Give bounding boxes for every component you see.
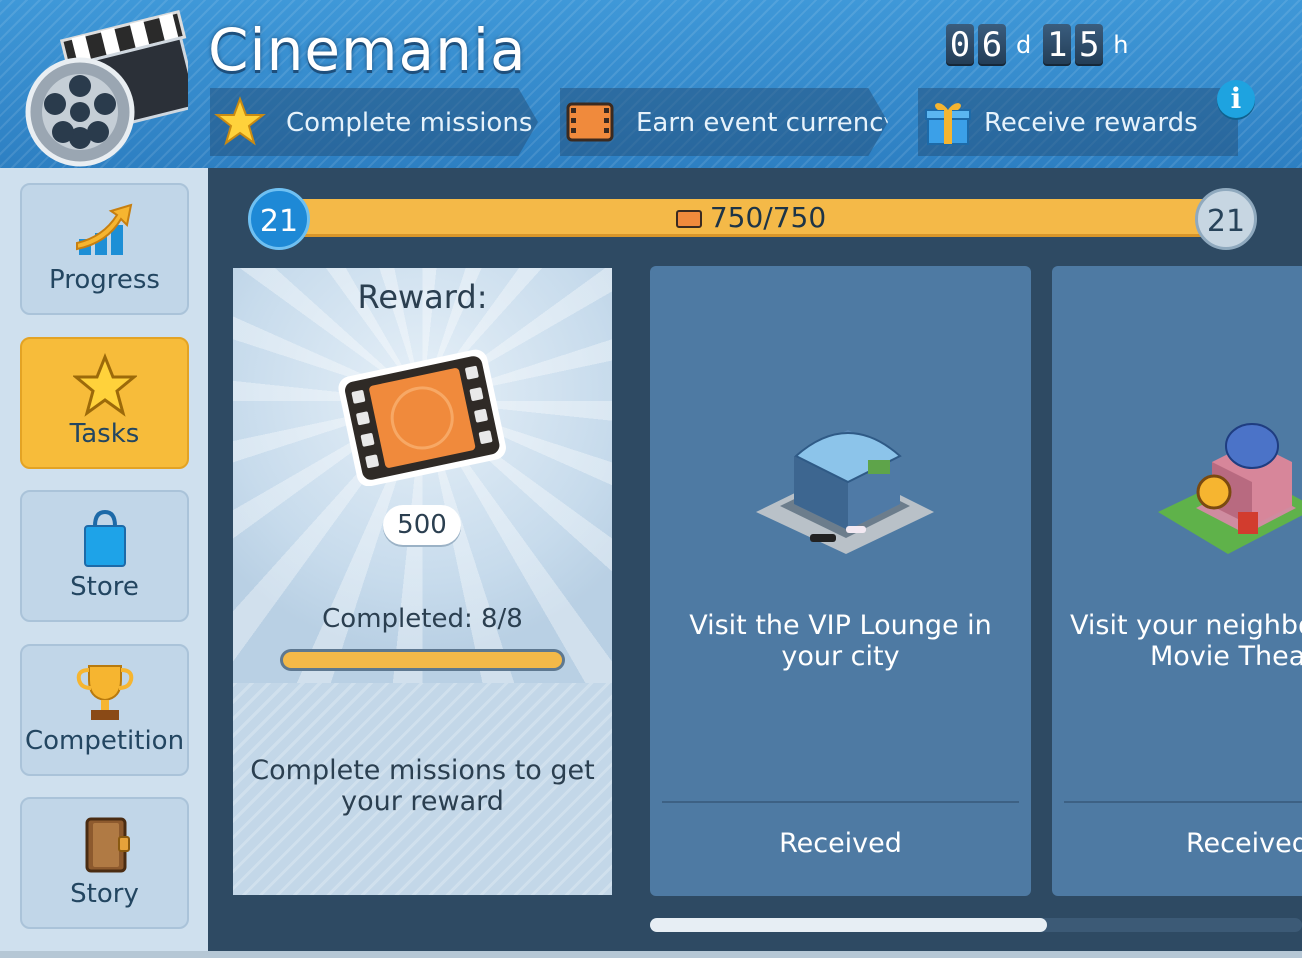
sidebar-item-label: Store bbox=[70, 572, 139, 602]
step-label: Receive rewards bbox=[984, 108, 1198, 138]
gift-icon bbox=[925, 103, 971, 145]
timer-digit: 1 bbox=[1043, 24, 1072, 66]
sidebar-item-tasks[interactable]: Tasks bbox=[20, 337, 189, 469]
event-title: Cinemania bbox=[208, 16, 527, 84]
timer-digit: 5 bbox=[1075, 24, 1104, 66]
sidebar-item-store[interactable]: Store bbox=[20, 490, 189, 622]
sidebar-item-competition[interactable]: Competition bbox=[20, 644, 189, 776]
progress-value-text: 750/750 bbox=[709, 201, 827, 234]
event-timer: 0 6 d 1 5 h bbox=[946, 24, 1136, 66]
mission-text: Visit the VIP Lounge in your city bbox=[689, 610, 992, 672]
movie-theater-building-icon bbox=[1158, 423, 1302, 554]
film-ticket-icon bbox=[338, 349, 506, 486]
film-ticket-icon bbox=[566, 102, 614, 142]
film-ticket-icon bbox=[675, 210, 702, 228]
mission-card[interactable]: Visit your neighbo Movie Theat Received bbox=[1052, 266, 1302, 896]
sidebar-item-label: Tasks bbox=[69, 419, 140, 449]
mission-text-line: Visit your neighbo bbox=[1070, 610, 1302, 641]
scrollbar-thumb[interactable] bbox=[650, 918, 1047, 932]
step-complete-missions: Complete missions bbox=[210, 88, 538, 156]
book-icon bbox=[85, 817, 130, 873]
sidebar-item-story[interactable]: Story bbox=[20, 797, 189, 929]
star-icon bbox=[214, 96, 266, 146]
next-level-badge: 21 bbox=[1195, 188, 1257, 250]
timer-hours-unit: h bbox=[1113, 31, 1129, 59]
reward-amount: 500 bbox=[383, 505, 461, 545]
star-icon bbox=[72, 353, 137, 417]
mission-text: Visit your neighbo Movie Theat bbox=[1070, 610, 1302, 672]
mission-status: Received bbox=[1186, 828, 1302, 859]
info-button[interactable]: i bbox=[1217, 80, 1255, 118]
shopping-bag-icon bbox=[83, 509, 126, 567]
event-progress-bar: 750/750 bbox=[280, 199, 1222, 237]
step-receive-rewards: Receive rewards bbox=[918, 88, 1238, 156]
timer-days-unit: d bbox=[1016, 31, 1032, 59]
mission-text-line: Movie Theat bbox=[1150, 641, 1302, 672]
bottom-edge bbox=[0, 951, 1302, 958]
mission-card[interactable]: Visit the VIP Lounge in your city Receiv… bbox=[650, 266, 1031, 896]
reward-card: Reward: 500 Completed: 8/8 Complete miss… bbox=[233, 268, 612, 895]
sidebar-item-label: Competition bbox=[24, 726, 185, 756]
progress-value: 750/750 bbox=[280, 199, 1222, 237]
progress-arrow-icon bbox=[75, 203, 132, 255]
divider bbox=[662, 801, 1019, 803]
reward-title: Reward: bbox=[357, 278, 488, 316]
timer-digit: 0 bbox=[946, 24, 974, 66]
step-earn-currency: Earn event currency bbox=[560, 88, 888, 156]
sidebar-item-progress[interactable]: Progress bbox=[20, 183, 189, 315]
current-level-badge: 21 bbox=[248, 188, 310, 250]
step-label: Complete missions bbox=[286, 108, 533, 138]
divider bbox=[1064, 801, 1302, 803]
event-header: Cinemania 0 6 d 1 5 h Complete missions … bbox=[0, 0, 1302, 168]
mission-status: Received bbox=[779, 828, 902, 859]
completed-progress-bar bbox=[283, 652, 562, 668]
trophy-icon bbox=[76, 665, 133, 720]
film-reel-clapperboard-logo bbox=[25, 9, 188, 167]
sidebar: Progress Tasks Store Competition Story bbox=[0, 168, 208, 958]
reward-hint: Complete missions to get your reward bbox=[250, 755, 595, 817]
completed-count: Completed: 8/8 bbox=[322, 604, 523, 634]
vip-lounge-building-icon bbox=[756, 430, 934, 554]
timer-digit: 6 bbox=[978, 24, 1006, 66]
step-label: Earn event currency bbox=[636, 108, 899, 138]
sidebar-item-label: Progress bbox=[49, 265, 160, 295]
sidebar-item-label: Story bbox=[70, 879, 139, 909]
